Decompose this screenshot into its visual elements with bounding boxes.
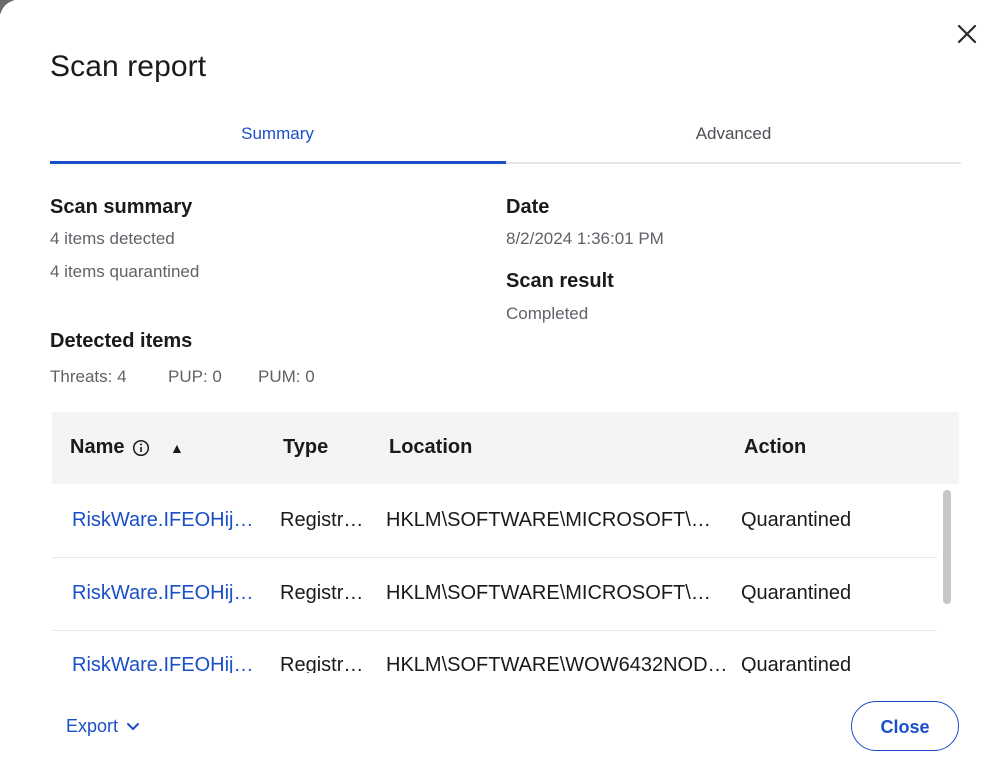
- table-header: Name Type Location Action: [52, 412, 959, 484]
- scan-result-heading: Scan result: [506, 270, 614, 292]
- table-row[interactable]: RiskWare.IFEOHijack Registry Key HKLM\SO…: [52, 485, 937, 558]
- threats-count: Threats: 4: [50, 367, 127, 386]
- table-body: RiskWare.IFEOHijack Registry Key HKLM\SO…: [52, 485, 937, 673]
- date-heading: Date: [506, 196, 550, 218]
- detection-type: Registry Key: [280, 654, 372, 673]
- date-value: 8/2/2024 1:36:01 PM: [506, 229, 664, 248]
- info-icon[interactable]: [132, 439, 150, 457]
- column-name[interactable]: Name: [70, 436, 124, 459]
- detection-type: Registry Key: [280, 582, 372, 604]
- detected-items-heading: Detected items: [50, 330, 193, 352]
- pum-count: PUM: 0: [258, 367, 315, 386]
- detection-action: Quarantined: [741, 509, 852, 531]
- column-action[interactable]: Action: [744, 436, 806, 459]
- detection-name-link[interactable]: RiskWare.IFEOHijack: [72, 582, 260, 605]
- column-location[interactable]: Location: [389, 436, 472, 459]
- items-quarantined-text: 4 items quarantined: [50, 262, 200, 281]
- detection-location: HKLM\SOFTWARE\MICROSOFT\WINDOWS NT: [386, 582, 728, 604]
- table-row[interactable]: RiskWare.IFEOHijack Registry Key HKLM\SO…: [52, 558, 937, 631]
- scan-report-dialog: Scan report Summary Advanced Scan summar…: [0, 0, 985, 760]
- close-icon[interactable]: [953, 20, 981, 48]
- detection-location: HKLM\SOFTWARE\MICROSOFT\WINDOWS NT: [386, 509, 728, 531]
- tab-bar: Summary Advanced: [50, 112, 961, 164]
- dialog-title: Scan report: [50, 50, 207, 83]
- active-tab-indicator: [50, 161, 506, 164]
- chevron-down-icon[interactable]: [126, 722, 140, 732]
- scan-result-value: Completed: [506, 304, 589, 323]
- scan-summary-heading: Scan summary: [50, 196, 193, 218]
- column-type[interactable]: Type: [283, 436, 328, 459]
- detection-name-link[interactable]: RiskWare.IFEOHijack: [72, 509, 260, 532]
- tab-advanced[interactable]: Advanced: [506, 112, 961, 160]
- detection-action: Quarantined: [741, 582, 852, 604]
- items-detected-text: 4 items detected: [50, 229, 175, 248]
- detection-location: HKLM\SOFTWARE\WOW6432NODE\MICROSOFT: [386, 654, 728, 673]
- pup-count: PUP: 0: [168, 367, 222, 386]
- detection-name-link[interactable]: RiskWare.IFEOHijack: [72, 654, 260, 673]
- tab-summary[interactable]: Summary: [50, 112, 505, 160]
- export-button[interactable]: Export: [66, 716, 118, 737]
- detection-type: Registry Key: [280, 509, 372, 531]
- sort-ascending-icon[interactable]: ▲: [170, 440, 184, 456]
- close-button[interactable]: Close: [851, 701, 959, 751]
- detection-action: Quarantined: [741, 654, 852, 673]
- table-row[interactable]: RiskWare.IFEOHijack Registry Key HKLM\SO…: [52, 630, 937, 673]
- table-scrollbar[interactable]: [943, 490, 951, 604]
